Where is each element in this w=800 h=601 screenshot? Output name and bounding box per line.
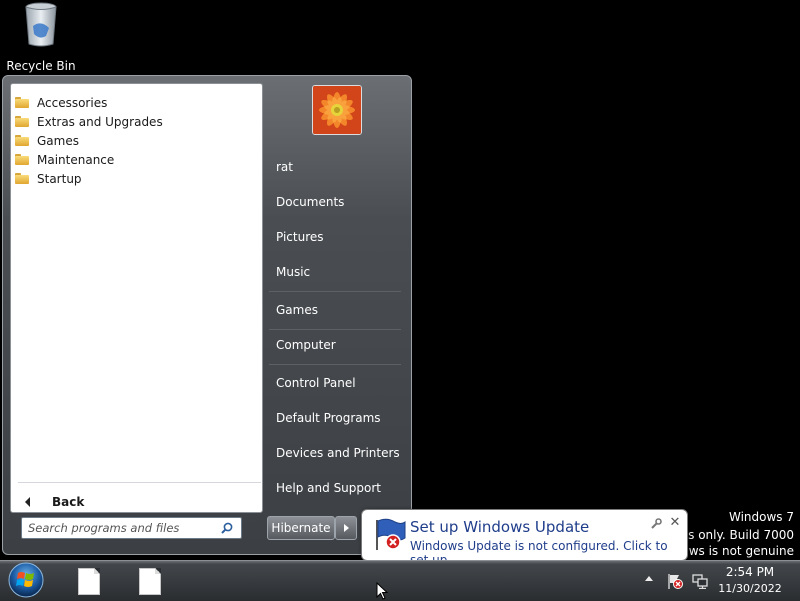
options-wrench-icon[interactable] [650, 518, 662, 530]
notification-title: Set up Windows Update [410, 518, 590, 536]
flower-picture-icon [313, 86, 361, 134]
recycle-bin-icon [25, 2, 57, 47]
windows-update-flag-icon [376, 518, 406, 550]
folder-icon [15, 173, 29, 184]
documents-item[interactable]: Documents [269, 190, 405, 214]
folder-icon [15, 135, 29, 146]
program-label: Games [37, 133, 79, 148]
program-item-extras-and-upgrades[interactable]: Extras and Upgrades [15, 112, 163, 131]
clock-date: 11/30/2022 [718, 582, 782, 595]
folder-icon [15, 154, 29, 165]
program-label: Maintenance [37, 152, 115, 167]
programs-pane: Accessories Extras and Upgrades Games Ma… [10, 83, 263, 513]
recycle-bin-label: Recycle Bin [6, 59, 76, 73]
search-input[interactable] [21, 517, 242, 539]
chevron-right-icon [344, 524, 349, 532]
program-label: Startup [37, 171, 82, 186]
program-label: Extras and Upgrades [37, 114, 163, 129]
default-programs-item[interactable]: Default Programs [269, 406, 405, 430]
network-icon[interactable] [692, 573, 708, 589]
program-item-games[interactable]: Games [15, 131, 79, 150]
close-icon[interactable]: ✕ [669, 516, 681, 529]
folder-icon [15, 97, 29, 108]
hibernate-button[interactable]: Hibernate [267, 516, 335, 540]
windows-update-notification[interactable]: Set up Windows Update Windows Update is … [361, 509, 688, 571]
start-menu: Accessories Extras and Upgrades Games Ma… [2, 75, 412, 555]
program-item-accessories[interactable]: Accessories [15, 93, 107, 112]
help-and-support-item[interactable]: Help and Support [269, 476, 405, 500]
taskbar-document-icon[interactable] [139, 568, 161, 595]
divider [269, 364, 401, 365]
back-button[interactable]: Back [21, 492, 141, 512]
show-hidden-icons-chevron-up-icon[interactable] [645, 576, 653, 581]
back-arrow-icon [25, 497, 30, 507]
control-panel-item[interactable]: Control Panel [269, 371, 405, 395]
action-center-flag-icon[interactable] [666, 572, 684, 590]
watermark-line-1: Windows 7 [728, 510, 794, 524]
games-item[interactable]: Games [269, 298, 405, 322]
divider [269, 291, 401, 292]
program-item-maintenance[interactable]: Maintenance [15, 150, 114, 169]
divider [18, 482, 261, 483]
program-item-startup[interactable]: Startup [15, 169, 82, 188]
divider [269, 329, 401, 330]
shutdown-options-button[interactable] [335, 516, 357, 540]
recycle-bin-desktop-icon[interactable]: Recycle Bin [6, 2, 76, 73]
devices-and-printers-item[interactable]: Devices and Printers [269, 441, 405, 465]
program-label: Accessories [37, 95, 108, 110]
computer-item[interactable]: Computer [269, 333, 405, 357]
taskbar-document-icon[interactable] [78, 568, 100, 595]
start-button-windows-logo-icon[interactable] [5, 561, 47, 599]
music-item[interactable]: Music [269, 260, 405, 284]
user-avatar[interactable] [312, 85, 362, 135]
mouse-cursor-icon [376, 582, 388, 600]
pictures-item[interactable]: Pictures [269, 225, 405, 249]
back-label: Back [52, 495, 85, 509]
folder-icon [15, 116, 29, 127]
user-name-item[interactable]: rat [269, 155, 405, 179]
clock-time: 2:54 PM [725, 565, 775, 579]
search-icon[interactable] [221, 522, 233, 534]
taskbar-clock[interactable]: 2:54 PM 11/30/2022 [713, 563, 787, 597]
